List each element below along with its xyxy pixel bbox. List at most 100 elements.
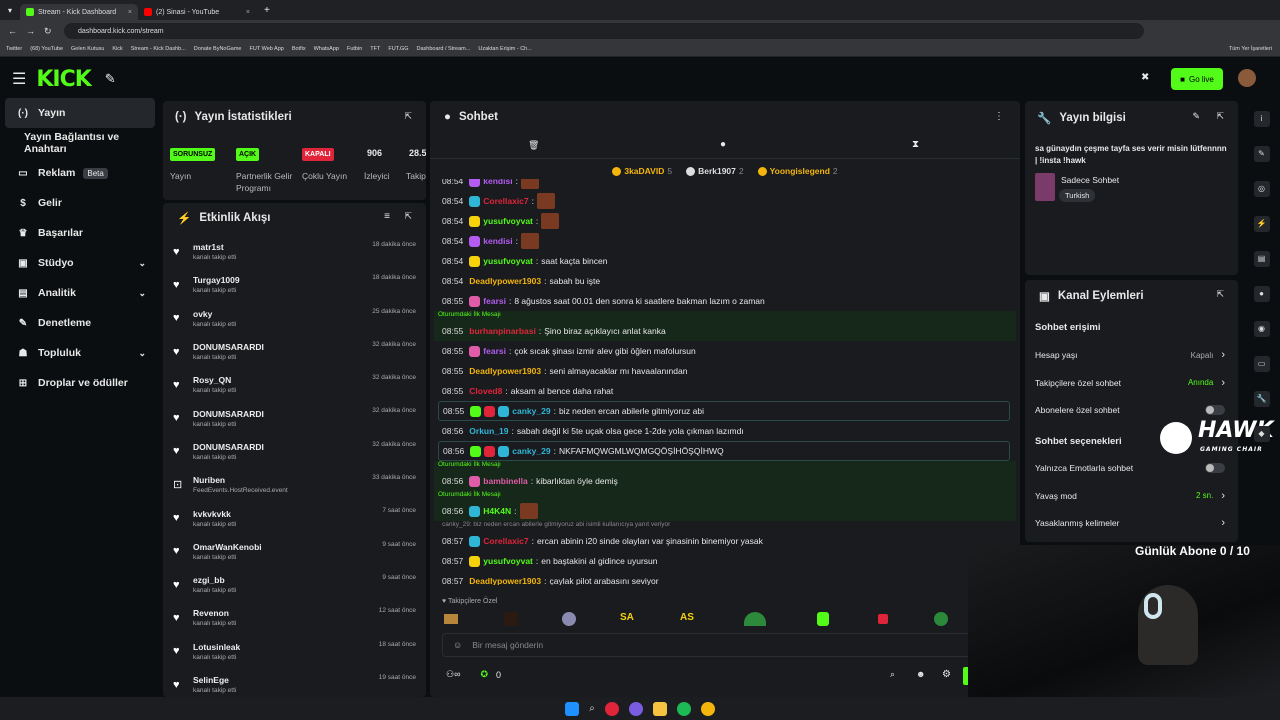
chat-message[interactable]: 08:55 canky_29: biz neden ercan abilerle g… — [438, 401, 1010, 421]
bookmark-item[interactable]: Stream - Kick Dashb... — [131, 46, 186, 52]
back-icon[interactable]: ← — [8, 26, 17, 36]
emote[interactable] — [504, 612, 518, 626]
activity-username[interactable]: DONUMSARARDI — [193, 409, 264, 419]
chat-message[interactable]: 08:54 Deadlypower1903: sabah bu işte — [430, 271, 1020, 291]
info-icon[interactable]: i — [1243, 101, 1280, 136]
bookmark-item[interactable]: WhatsApp — [314, 46, 339, 52]
sidebar-item[interactable]: ▭ Reklam Beta — [0, 158, 160, 188]
message-username[interactable]: Corellaxic7 — [483, 196, 528, 206]
diamond-icon[interactable]: ◆ — [1243, 416, 1280, 451]
new-tab-icon[interactable]: + — [264, 5, 270, 16]
edit-icon[interactable]: ✎ — [1192, 111, 1200, 122]
more-icon[interactable]: ⋮ — [994, 111, 1004, 122]
sidebar-item[interactable]: ⊞ Droplar ve ödüller — [0, 368, 160, 398]
message-username[interactable]: Corellaxic7 — [483, 536, 528, 546]
message-username[interactable]: yusufvoyvat — [483, 556, 533, 566]
bookmark-item[interactable]: Futbin — [347, 46, 362, 52]
activity-username[interactable]: DONUMSARARDI — [193, 342, 264, 352]
sidebar-item[interactable]: ✎ Denetleme — [0, 308, 160, 338]
expand-icon[interactable]: ⇱ — [404, 111, 412, 122]
emote[interactable] — [562, 612, 576, 626]
chat-message[interactable]: 08:55 burhanpinarbasi: Şino biraz açıklayı… — [430, 321, 1020, 341]
leaderboard-item[interactable]: 3kaDAVID 5 — [612, 162, 672, 180]
emote[interactable] — [934, 612, 948, 626]
setting-row[interactable]: Takipçilere özel sohbet Anında › — [1035, 372, 1225, 394]
expand-icon[interactable]: ⇱ — [1216, 111, 1224, 122]
category-name[interactable]: Sadece Sohbet — [1061, 175, 1119, 185]
bookmark-item[interactable]: (68) YouTube — [30, 46, 63, 52]
chat-message[interactable]: 08:57 Corellaxic7: ercan abinin i20 sinde … — [430, 531, 1020, 551]
browser-tab[interactable]: (2) Sinasi - YouTube × — [138, 4, 256, 20]
emote[interactable] — [817, 612, 829, 626]
broadcast-icon[interactable]: ◉ — [1243, 311, 1280, 346]
chat-message[interactable]: 08:54 yusufvoyvat: — [430, 211, 1020, 231]
discord-icon[interactable] — [628, 701, 643, 716]
bookmark-item[interactable]: Twitter — [6, 46, 22, 52]
wrench-icon[interactable]: 🔧 — [1243, 381, 1280, 416]
go-live-button[interactable]: ■ Go live — [1171, 68, 1223, 90]
close-icon[interactable]: × — [128, 9, 132, 16]
activity-username[interactable]: ezgi_bb — [193, 575, 236, 585]
cart-icon[interactable]: ▭ — [1243, 346, 1280, 381]
message-username[interactable]: Cloved8 — [469, 386, 502, 396]
bookmark-item[interactable]: FUT Web App — [249, 46, 283, 52]
hammer-icon[interactable]: ✎ — [105, 71, 116, 87]
sidebar-item[interactable]: Yayın Bağlantısı ve Anahtarı — [0, 128, 160, 158]
activity-username[interactable]: Rosy_QN — [193, 375, 236, 385]
message-username[interactable]: Deadlypower1903 — [469, 576, 541, 585]
trash-icon[interactable]: 🗑 — [528, 140, 539, 151]
emote[interactable] — [744, 612, 766, 626]
chat-message[interactable]: 08:57 yusufvoyvat: en baştakini al gidince… — [430, 551, 1020, 571]
toggle-switch[interactable] — [1205, 463, 1225, 473]
chat-input[interactable]: ☺ Bir mesaj gönderin — [442, 633, 1012, 657]
bolt-icon[interactable]: ⚡ — [1243, 206, 1280, 241]
chat-message[interactable]: 08:54 yusufvoyvat: saat kaçta bincen — [430, 251, 1020, 271]
message-username[interactable]: canky_29 — [512, 446, 550, 456]
message-username[interactable]: Deadlypower1903 — [469, 276, 541, 286]
chat-message[interactable]: 08:55 fearsi: çok sıcak şinası izmir alev … — [430, 341, 1020, 361]
folder-icon[interactable] — [652, 701, 667, 716]
url-field[interactable]: dashboard.kick.com/stream — [64, 23, 1144, 39]
avatar[interactable] — [1238, 69, 1256, 87]
chat-message[interactable]: 08:56 H4K4N: — [430, 501, 1020, 521]
toggle-switch[interactable] — [1205, 405, 1225, 415]
emote[interactable] — [878, 614, 888, 624]
chrome-icon[interactable] — [700, 701, 715, 716]
sidebar-item[interactable]: (·) Yayın — [5, 98, 155, 128]
doc-icon[interactable]: ▤ — [1243, 241, 1280, 276]
bookmark-item[interactable]: Gelen Kutusu — [71, 46, 104, 52]
emote-menu-icon[interactable]: ☻ — [916, 669, 925, 679]
k-icon[interactable]: ✖ — [1141, 72, 1149, 83]
setting-row[interactable]: Yasaklanmış kelimeler › — [1035, 512, 1225, 534]
bookmark-item[interactable]: Kick — [112, 46, 122, 52]
message-username[interactable]: yusufvoyvat — [483, 256, 533, 266]
hourglass-icon[interactable]: ⧗ — [912, 139, 919, 150]
activity-username[interactable]: ovky — [193, 309, 236, 319]
activity-username[interactable]: DONUMSARARDI — [193, 442, 264, 452]
message-username[interactable]: H4K4N — [483, 506, 511, 516]
emote[interactable]: AS — [680, 612, 694, 623]
filter-icon[interactable]: ≡ — [384, 211, 390, 222]
chat-message[interactable]: 08:54 Corellaxic7: — [430, 191, 1020, 211]
spotify-icon[interactable] — [676, 701, 691, 716]
chat-message[interactable]: 08:57 Deadlypower1903: çaylak pilot arabas… — [430, 571, 1020, 585]
close-icon[interactable]: × — [246, 9, 250, 16]
kick-logo[interactable]: KICK — [36, 67, 91, 92]
activity-username[interactable]: Turgay1009 — [193, 275, 240, 285]
setting-row[interactable]: Yalnızca Emotlarla sohbet — [1035, 457, 1225, 479]
infinity-icon[interactable]: ⚇∞ — [446, 669, 460, 680]
all-bookmarks[interactable]: Tüm Yer İşaretleri — [1229, 46, 1272, 52]
bookmark-item[interactable]: Botfix — [292, 46, 306, 52]
sidebar-item[interactable]: $ Gelir — [0, 188, 160, 218]
message-username[interactable]: kendisi — [483, 236, 512, 246]
chat-message[interactable]: 08:56 canky_29: NKFAFMQWGMLWQMGQÖŞİHÖŞQİHW… — [438, 441, 1010, 461]
sidebar-item[interactable]: ♛ Başarılar — [0, 218, 160, 248]
settings-icon[interactable]: ⚙ — [942, 669, 951, 680]
target-icon[interactable]: ◎ — [1243, 171, 1280, 206]
tab-search-icon[interactable]: ▾ — [0, 6, 20, 15]
activity-username[interactable]: Revenon — [193, 608, 236, 618]
activity-username[interactable]: Nuriben — [193, 475, 288, 485]
leaderboard-item[interactable]: Yoongislegend 2 — [757, 162, 838, 180]
search-icon[interactable]: ⌕ — [890, 669, 895, 680]
message-username[interactable]: Orkun_19 — [469, 426, 508, 436]
